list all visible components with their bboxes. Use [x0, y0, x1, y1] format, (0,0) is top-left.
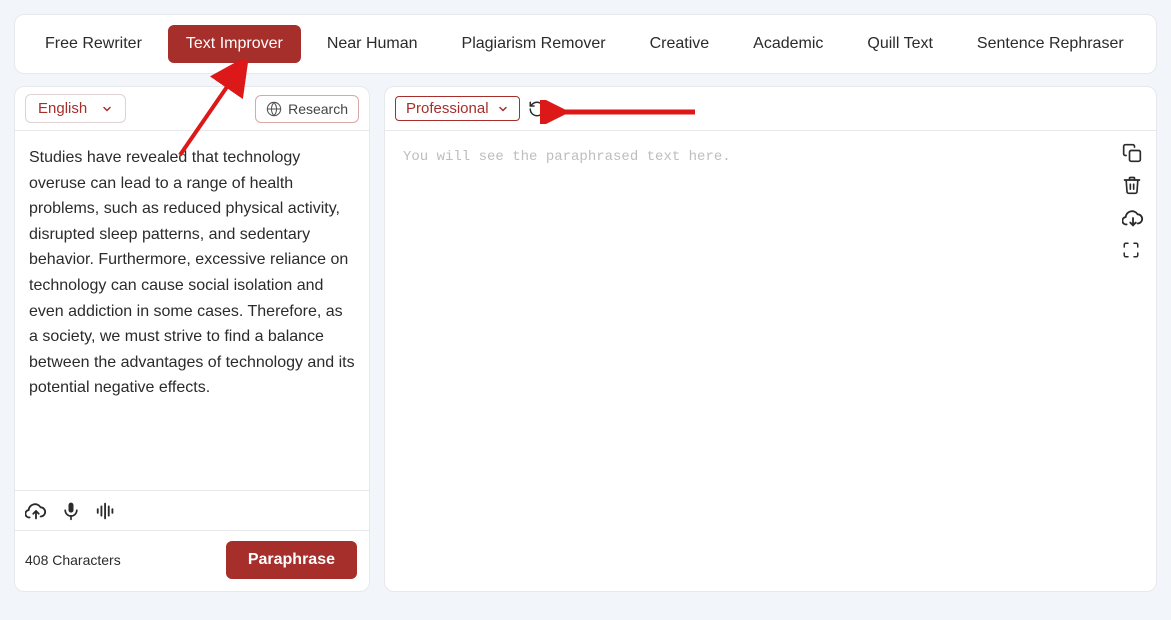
- paraphrase-button[interactable]: Paraphrase: [226, 541, 357, 579]
- language-select[interactable]: English: [25, 94, 126, 123]
- delete-icon[interactable]: [1122, 175, 1144, 195]
- microphone-icon[interactable]: [61, 501, 81, 521]
- globe-icon: [266, 101, 282, 117]
- input-tools-row: [15, 490, 369, 530]
- output-panel-toolbar: Professional: [385, 87, 1156, 131]
- cloud-upload-icon[interactable]: [25, 500, 47, 522]
- input-panel-footer: 408 Characters Paraphrase: [15, 530, 369, 591]
- fullscreen-icon[interactable]: [1122, 241, 1144, 259]
- tab-sentence-rephraser[interactable]: Sentence Rephraser: [959, 25, 1142, 63]
- output-tools-column: [1122, 143, 1144, 259]
- research-button-label: Research: [288, 101, 348, 117]
- tab-plagiarism-remover[interactable]: Plagiarism Remover: [444, 25, 624, 63]
- tab-near-human[interactable]: Near Human: [309, 25, 436, 63]
- input-textarea[interactable]: Studies have revealed that technology ov…: [15, 131, 369, 490]
- style-select-value: Professional: [406, 100, 489, 117]
- input-panel: English Research Studies have revealed t…: [14, 86, 370, 592]
- style-select[interactable]: Professional: [395, 96, 520, 121]
- tab-quill-text[interactable]: Quill Text: [849, 25, 951, 63]
- chevron-down-icon: [497, 103, 509, 115]
- output-textarea[interactable]: You will see the paraphrased text here.: [385, 131, 1156, 591]
- tab-text-improver[interactable]: Text Improver: [168, 25, 301, 63]
- tab-creative[interactable]: Creative: [632, 25, 728, 63]
- waveform-icon[interactable]: [95, 501, 117, 521]
- research-button[interactable]: Research: [255, 95, 359, 123]
- mode-tab-bar: Free Rewriter Text Improver Near Human P…: [14, 14, 1157, 74]
- panels-row: English Research Studies have revealed t…: [14, 86, 1157, 592]
- cloud-download-icon[interactable]: [1122, 207, 1144, 229]
- tab-academic[interactable]: Academic: [735, 25, 841, 63]
- tab-free-rewriter[interactable]: Free Rewriter: [27, 25, 160, 63]
- input-panel-toolbar: English Research: [15, 87, 369, 131]
- refresh-icon[interactable]: [528, 100, 546, 118]
- chevron-down-icon: [101, 103, 113, 115]
- language-select-value: English: [38, 100, 87, 117]
- output-panel: Professional You will see the paraphrase…: [384, 86, 1157, 592]
- copy-icon[interactable]: [1122, 143, 1144, 163]
- character-count: 408 Characters: [25, 552, 121, 568]
